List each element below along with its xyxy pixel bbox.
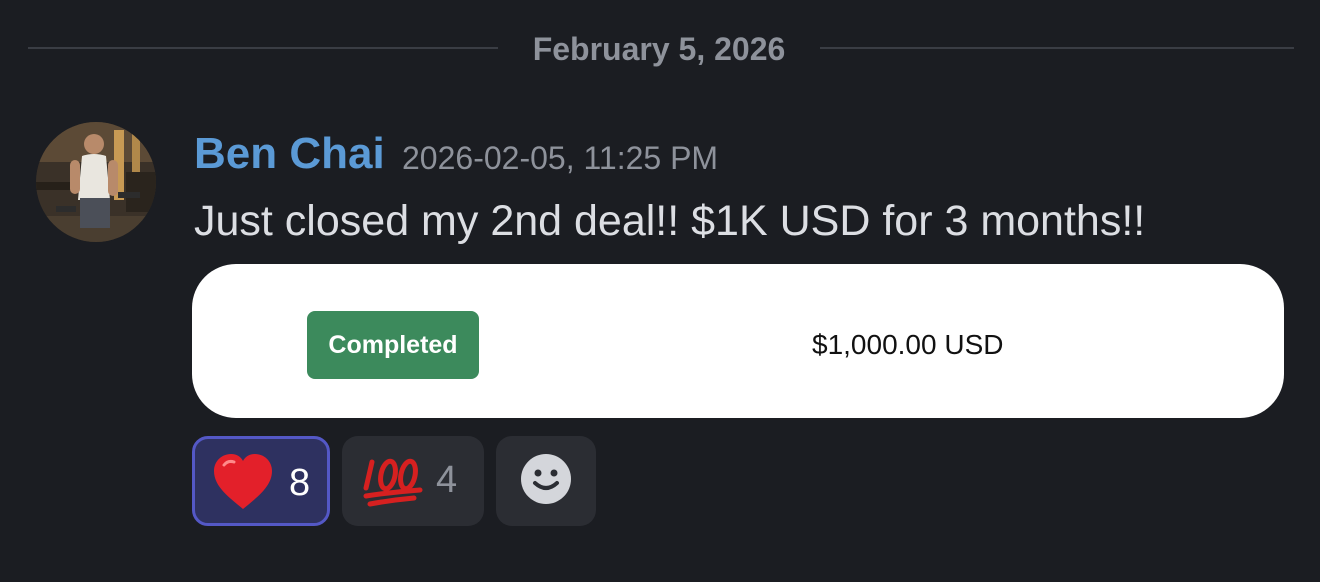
reaction-count: 4: [436, 459, 458, 501]
payment-amount: $1,000.00 USD: [812, 329, 1004, 360]
user-avatar-photo-icon: [36, 122, 156, 242]
reaction-hundred-points[interactable]: 4: [342, 436, 484, 526]
smiley-add-reaction-icon: [520, 453, 572, 510]
reaction-count: 8: [289, 462, 311, 504]
date-divider: February 5, 2026: [532, 31, 786, 67]
message-text: Just closed my 2nd deal!! $1K USD for 3 …: [194, 197, 1146, 245]
heart-emoji-icon: [212, 453, 272, 509]
add-reaction-button[interactable]: [496, 436, 596, 526]
date-divider-line-left: [28, 47, 498, 49]
hundred-points-emoji-icon: [362, 452, 423, 508]
avatar[interactable]: [36, 122, 156, 242]
status-badge: Completed: [307, 311, 479, 379]
chat-view: February 5, 2026 Ben Chai 2026-02-05, 11…: [0, 0, 1320, 582]
date-divider-line-right: [820, 47, 1294, 49]
payment-attachment-card[interactable]: Completed $1,000.00 USD: [192, 264, 1284, 418]
message-timestamp: 2026-02-05, 11:25 PM: [402, 140, 719, 176]
reaction-heart[interactable]: 8: [192, 436, 330, 526]
message-author[interactable]: Ben Chai: [194, 128, 385, 180]
